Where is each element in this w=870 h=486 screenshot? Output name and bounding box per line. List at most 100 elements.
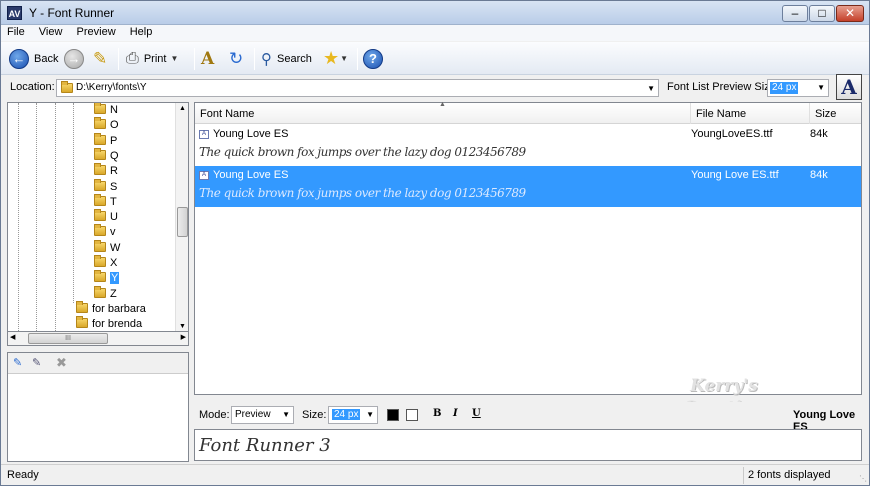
location-value: D:\Kerry\fonts\Y [76,82,147,93]
print-button[interactable]: ⎙ Print ▼ [126,46,178,71]
tree-item[interactable]: N [94,103,118,118]
minimize-button[interactable]: – [782,5,808,22]
folder-icon [94,270,106,283]
tree-item-label: U [110,211,118,224]
tree-item[interactable]: R [94,163,118,179]
pencil-star-icon: ✎ [93,48,108,68]
tree-item[interactable]: X [94,255,117,271]
underline-button[interactable]: U [472,408,481,419]
edit-favorite-icon[interactable]: ✎ [32,356,41,369]
preview-size-select[interactable]: 24 px ▼ [767,79,829,97]
location-label: Location: [10,81,55,93]
tree-item[interactable]: for barbara [76,300,146,317]
size-dropdown-arrow-icon[interactable]: ▼ [366,407,374,423]
tree-item[interactable]: O [94,117,119,133]
help-button[interactable]: ? [363,46,383,71]
folder-icon [94,224,106,237]
add-favorite-icon[interactable]: ✎ [13,356,22,369]
font-preview-text: The quick brown fox jumps over the lazy … [199,186,526,200]
scroll-up-arrow-icon[interactable]: ▲ [179,105,186,112]
print-label: Print [143,52,167,65]
tree-item[interactable]: v [94,224,116,240]
tree-item[interactable]: Q [94,147,119,164]
tree-item[interactable]: T [94,193,117,210]
favorites-dropdown-arrow-icon[interactable]: ▼ [340,54,348,63]
font-view-button[interactable]: A [201,46,214,71]
remove-favorite-icon[interactable]: ✖ [56,355,67,371]
tree-guide-line [36,103,37,331]
menu-help[interactable]: Help [125,25,158,39]
tree-item[interactable]: P [94,132,117,149]
tree-item-label: S [110,180,118,193]
toolbar-separator [118,48,119,70]
back-button[interactable]: ← Back [9,46,58,71]
foreground-color-swatch[interactable] [387,409,399,421]
favorites-panel: ✎ ✎ ✖ [7,352,189,462]
font-list-row[interactable]: A Young Love ES Young Love ES.ttf 84k The qu… [195,166,861,207]
column-file-name[interactable]: File Name [691,103,810,124]
sample-text-box[interactable]: Font Runner 3 [194,429,862,461]
tree-item-label: W [110,241,121,254]
font-list: Font Name ▲ File Name Size A Young Love E… [194,101,862,395]
font-file-icon: A [199,171,209,180]
italic-button[interactable]: I [453,408,458,419]
preview-size-dropdown-arrow-icon[interactable]: ▼ [817,83,825,92]
tree-horizontal-scrollbar[interactable]: ◀ III ▶ [7,332,189,346]
background-color-swatch[interactable] [406,409,418,421]
size-select[interactable]: 24 px ▼ [328,406,378,424]
app-window: AV Y - Font Runner – □ ✕ File View Previ… [0,0,870,486]
back-label: Back [34,52,59,65]
title-bar[interactable]: AV Y - Font Runner – □ ✕ [1,1,869,25]
favorites-button[interactable]: ★ ▼ [323,46,348,71]
scrollbar-thumb[interactable] [177,207,188,237]
tree-item-label: for brenda [92,318,143,331]
tree-vertical-scrollbar[interactable]: ▲ ▼ [175,103,188,331]
printer-icon: ⎙ [126,49,139,67]
window-title: Y - Font Runner [29,6,115,20]
resize-grip-icon[interactable]: ⋱ [859,474,867,483]
location-combobox[interactable]: D:\Kerry\fonts\Y ▼ [56,79,659,97]
tree-item[interactable]: Z [94,285,117,302]
sort-ascending-icon: ▲ [439,101,446,108]
font-name-cell: Young Love ES [213,169,289,181]
folder-icon [94,178,106,191]
maximize-button[interactable]: □ [809,5,835,22]
tree-item[interactable]: S [94,178,118,195]
tree-guide-line [55,103,56,331]
font-file-icon: A [199,130,209,139]
tree-item[interactable]: for brenda [76,316,143,331]
column-size[interactable]: Size [810,103,861,124]
mode-dropdown-arrow-icon[interactable]: ▼ [282,407,290,423]
menu-view[interactable]: View [34,25,68,39]
font-list-row[interactable]: A Young Love ES YoungLoveES.ttf 84k The quic… [195,125,861,166]
print-dropdown-arrow-icon[interactable]: ▼ [170,54,178,63]
tree-guide-line [73,103,74,303]
scroll-right-arrow-icon[interactable]: ▶ [181,333,186,341]
tree-guide-line [18,103,19,331]
tree-item-label: T [110,195,117,208]
tree-item[interactable]: Y [94,270,120,286]
font-settings-button[interactable]: A [836,74,862,100]
close-button[interactable]: ✕ [836,5,864,22]
search-button[interactable]: ⚲ Search [261,46,312,71]
folder-icon [94,285,106,298]
tree-item-label: v [110,226,116,239]
folder-icon [94,255,106,268]
scrollbar-thumb[interactable]: III [28,333,108,344]
menu-file[interactable]: File [2,25,30,39]
toolbar-separator [194,48,195,70]
tree-item[interactable]: U [94,209,118,225]
app-icon: AV [7,6,22,20]
font-a-icon: A [201,48,215,69]
refresh-button[interactable]: ↻ [229,46,243,71]
scroll-down-arrow-icon[interactable]: ▼ [179,323,186,330]
bold-button[interactable]: B [433,408,441,419]
favorites-add-button[interactable]: ✎ [93,46,107,71]
folder-icon [94,239,106,252]
forward-button[interactable]: → [64,46,84,71]
mode-select[interactable]: Preview ▼ [231,406,294,424]
location-dropdown-arrow-icon[interactable]: ▼ [647,81,655,97]
tree-item[interactable]: W [94,239,121,256]
menu-preview[interactable]: Preview [72,25,121,39]
scroll-left-arrow-icon[interactable]: ◀ [10,333,15,341]
